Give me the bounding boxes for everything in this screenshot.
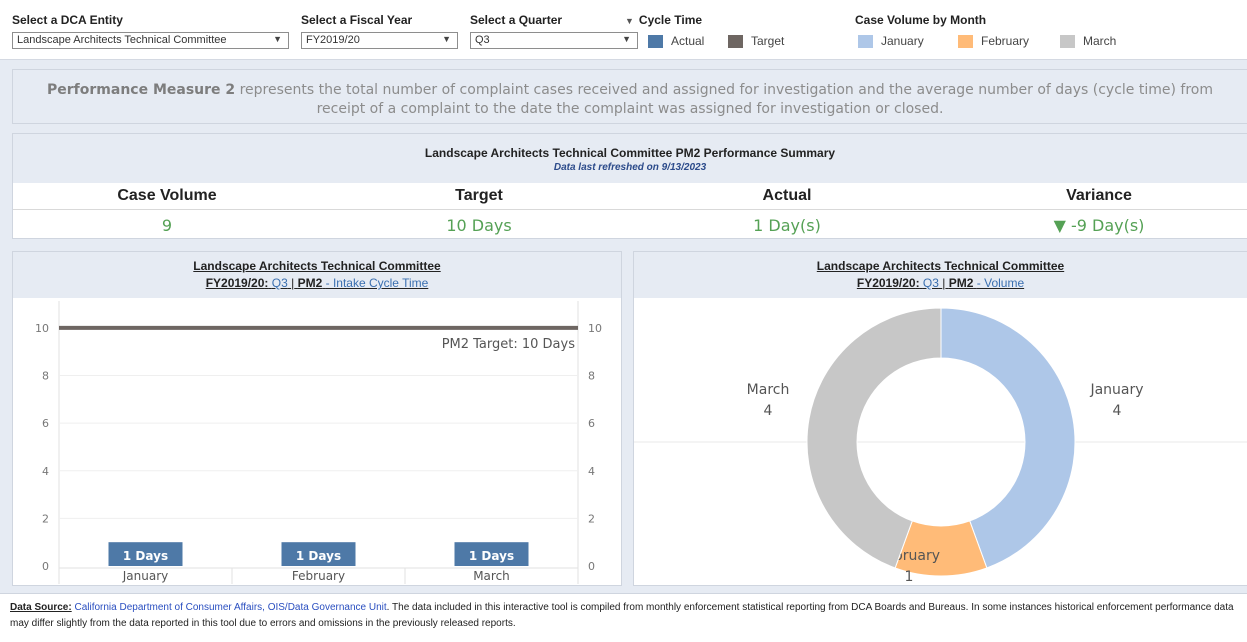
y-tick-label: 10: [35, 322, 49, 335]
march-swatch-icon: [1060, 34, 1075, 48]
variance-value: ▼ -9 Day(s): [1053, 216, 1145, 235]
bar-data-label: 1 Days: [123, 549, 168, 563]
legend-item-label: January: [881, 34, 924, 48]
slice-value: 1: [905, 569, 914, 585]
legend-item-february[interactable]: February: [958, 34, 1029, 48]
chevron-down-icon: ▼: [442, 34, 451, 44]
y-tick-label: 4: [42, 465, 49, 478]
metric-text: - Intake Cycle Time: [325, 276, 429, 290]
volume-chart-subtitle: FY2019/20: Q3 | PM2 - Volume: [634, 275, 1247, 292]
quarter-filter-label: Select a Quarter: [470, 13, 563, 27]
bar-data-label: 1 Days: [469, 549, 514, 563]
volume-legend-title: Case Volume by Month: [855, 13, 987, 27]
x-tick-label: March: [473, 569, 510, 583]
y-tick-label-right: 10: [588, 322, 602, 335]
actual-header: Actual: [762, 187, 812, 204]
separator: :: [915, 276, 920, 290]
cycle-time-legend-title-text: Cycle Time: [638, 13, 703, 27]
january-swatch-icon: [858, 34, 873, 48]
february-swatch-icon: [958, 34, 973, 48]
fy-text: FY2019/20: [856, 276, 916, 290]
separator: :: [264, 276, 269, 290]
legend-item-label: March: [1083, 34, 1117, 48]
actual-swatch-icon: [648, 34, 663, 48]
slice-label: January: [1089, 382, 1143, 398]
legend-item-target[interactable]: Target: [728, 34, 784, 48]
data-source-footer: Data Source: California Department of Co…: [0, 593, 1247, 642]
refresh-date: Data last refreshed on 9/13/2023: [553, 162, 707, 173]
measure-name: Performance Measure 2: [47, 82, 236, 98]
legend-menu-arrow-icon[interactable]: ▼: [625, 16, 634, 26]
chevron-down-icon: ▼: [273, 34, 282, 44]
target-header: Target: [455, 187, 503, 204]
legend-item-january[interactable]: January: [858, 34, 924, 48]
target-line-label: PM2 Target: 10 Days: [442, 337, 576, 352]
performance-summary: Landscape Architects Technical Committee…: [12, 133, 1247, 239]
fy-text: FY2019/20: [205, 276, 265, 290]
entity-filter-label: Select a DCA Entity: [12, 13, 123, 27]
case-volume-header: Case Volume: [117, 187, 217, 204]
x-tick-label: February: [292, 569, 345, 583]
y-tick-label: 8: [42, 370, 49, 383]
target-value: 10 Days: [446, 216, 512, 235]
fiscal-year-select[interactable]: FY2019/20 ▼: [301, 32, 458, 49]
y-tick-label: 2: [42, 512, 49, 525]
volume-chart-header: Landscape Architects Technical Committee…: [634, 252, 1247, 298]
data-source-link[interactable]: California Department of Consumer Affair…: [74, 602, 386, 613]
y-tick-label-right: 0: [588, 560, 595, 573]
cycle-time-chart: 0 0 2 2 4 4 6 6 8 8 10 10 1 Days January 1 Days Februar…: [35, 301, 602, 584]
quarter-text: Q3: [922, 276, 939, 290]
summary-title: Landscape Architects Technical Committee…: [424, 146, 836, 160]
legend-item-label: Target: [751, 34, 785, 48]
legend-item-march[interactable]: March: [1060, 34, 1116, 48]
y-tick-label-right: 6: [588, 417, 595, 430]
y-tick-label-right: 8: [588, 370, 595, 383]
x-tick-label: January: [122, 569, 169, 583]
slice-value: 4: [764, 403, 773, 419]
summary-divider: [13, 209, 1247, 210]
volume-chart-panel: Landscape Architects Technical Committee…: [633, 251, 1247, 586]
y-tick-label: 6: [42, 417, 49, 430]
cycle-time-chart-header: Landscape Architects Technical Committee…: [13, 252, 621, 298]
y-tick-label-right: 4: [588, 465, 595, 478]
summary-header: Landscape Architects Technical Committee…: [13, 134, 1247, 183]
measure-description: Performance Measure 2 represents the tot…: [12, 69, 1247, 124]
cycle-time-legend-title: ▼ Cycle Time: [625, 13, 702, 27]
slice-label: March: [747, 382, 790, 398]
data-source-label: Data Source:: [10, 602, 72, 613]
entity-select-value: Landscape Architects Technical Committee: [17, 34, 227, 46]
filter-bar: Select a DCA Entity Landscape Architects…: [0, 0, 1247, 60]
fiscal-year-select-value: FY2019/20: [306, 34, 360, 46]
target-swatch-icon: [728, 34, 743, 48]
volume-chart-title: Landscape Architects Technical Committee: [816, 259, 1065, 273]
measure-description-text: represents the total number of complaint…: [235, 82, 1213, 117]
bar-data-label: 1 Days: [296, 549, 341, 563]
y-tick-label-right: 2: [588, 512, 595, 525]
y-tick-label: 0: [42, 560, 49, 573]
separator: |: [942, 276, 946, 290]
chevron-down-icon: ▼: [622, 34, 631, 44]
metric-text: - Volume: [976, 276, 1025, 290]
cycle-time-chart-subtitle: FY2019/20: Q3 | PM2 - Intake Cycle Time: [13, 275, 621, 292]
separator: |: [291, 276, 295, 290]
cycle-time-chart-panel: Landscape Architects Technical Committee…: [12, 251, 622, 586]
entity-select[interactable]: Landscape Architects Technical Committee…: [12, 32, 289, 49]
case-volume-value: 9: [161, 216, 173, 235]
variance-header: Variance: [1066, 187, 1132, 204]
pm-text: PM2: [948, 276, 974, 290]
pm-text: PM2: [297, 276, 323, 290]
fiscal-year-filter-label: Select a Fiscal Year: [301, 13, 413, 27]
quarter-select[interactable]: Q3 ▼: [470, 32, 638, 49]
cycle-time-chart-title: Landscape Architects Technical Committee: [193, 259, 441, 273]
legend-item-label: Actual: [671, 34, 705, 48]
legend-item-label: February: [981, 34, 1030, 48]
actual-value: 1 Day(s): [753, 216, 821, 235]
slice-value: 4: [1113, 403, 1122, 419]
quarter-text: Q3: [271, 276, 288, 290]
volume-chart: January4February1March4: [634, 307, 1247, 585]
legend-item-actual[interactable]: Actual: [648, 34, 704, 48]
quarter-select-value: Q3: [475, 34, 490, 46]
